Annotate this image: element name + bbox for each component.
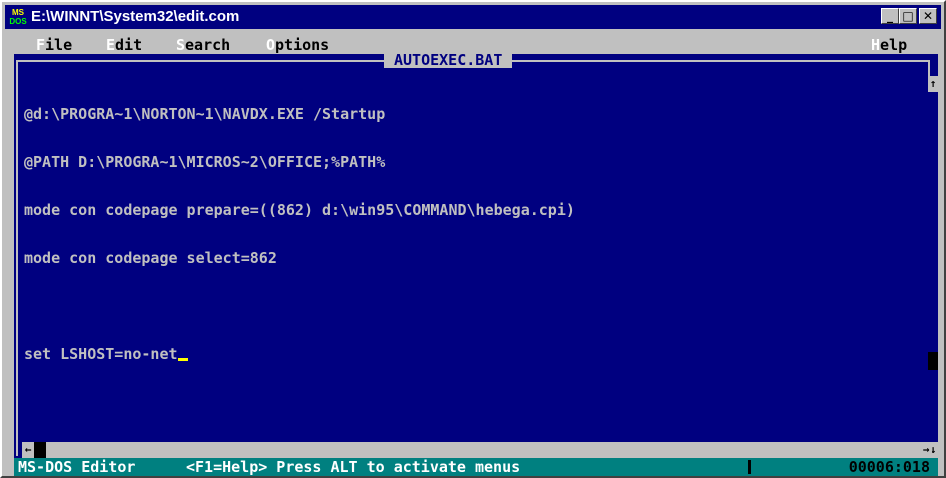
horizontal-scrollbar[interactable]: ← → [22,442,932,458]
icon-text-top: MS [12,8,24,17]
scroll-right-arrow-icon[interactable]: → [920,442,932,458]
status-help-hint: <F1=Help> Press ALT to activate menus [186,458,521,476]
menu-help-label: elp [880,36,908,54]
window-title: E:\WINNT\System32\edit.com [31,8,240,25]
editor-line[interactable]: @PATH D:\PROGRA~1\MICROS~2\OFFICE;%PATH% [24,154,904,170]
editor-line[interactable] [24,298,904,314]
status-bar: MS-DOS Editor <F1=Help> Press ALT to act… [14,458,938,476]
text-editor-area[interactable]: @d:\PROGRA~1\NORTON~1\NAVDX.EXE /Startup… [24,74,904,394]
vertical-scrollbar[interactable]: ↑ ↓ [928,76,938,458]
menu-edit[interactable]: Edit [106,37,142,53]
menu-file-hotkey: F [36,36,46,54]
menu-options-label: ptions [275,36,330,54]
status-divider [748,460,751,474]
menu-edit-hotkey: E [106,36,116,54]
dos-console: File Edit Search Options Help AUTOEXEC.B… [14,36,938,476]
title-bar[interactable]: MS DOS E:\WINNT\System32\edit.com _ □ ✕ [5,5,941,29]
close-button[interactable]: ✕ [919,8,937,24]
horizontal-scroll-thumb[interactable] [34,442,46,458]
minimize-button[interactable]: _ [881,8,899,24]
editor-line-current[interactable]: set LSHOST=no-net [24,346,904,362]
status-app-name: MS-DOS Editor [18,458,136,476]
editor-window: MS DOS E:\WINNT\System32\edit.com _ □ ✕ … [0,0,946,478]
menu-search-hotkey: S [176,36,186,54]
menu-options-hotkey: O [266,36,276,54]
vertical-scroll-thumb[interactable] [928,352,938,370]
menu-help-hotkey: H [871,36,881,54]
document-filename: AUTOEXEC.BAT [384,52,513,68]
cursor-position: 00006:018 [848,458,930,476]
editor-line[interactable]: @d:\PROGRA~1\NORTON~1\NAVDX.EXE /Startup [24,106,904,122]
scroll-left-arrow-icon[interactable]: ← [22,442,34,458]
menu-search[interactable]: Search [176,37,230,53]
menu-options[interactable]: Options [266,37,329,53]
menu-edit-label: dit [115,36,143,54]
menu-file-label: ile [45,36,73,54]
menu-file[interactable]: File [36,37,72,53]
editor-line[interactable]: mode con codepage prepare=((862) d:\win9… [24,202,904,218]
maximize-button[interactable]: □ [899,8,917,24]
menu-search-label: earch [185,36,231,54]
menu-help[interactable]: Help [871,37,907,53]
msdos-app-icon[interactable]: MS DOS [9,8,27,26]
icon-text-bottom: DOS [9,17,27,26]
editor-line[interactable]: mode con codepage select=862 [24,250,904,266]
text-cursor [177,358,188,361]
current-line-text[interactable]: set LSHOST=no-net [24,345,178,363]
scroll-up-arrow-icon[interactable]: ↑ [928,76,938,92]
